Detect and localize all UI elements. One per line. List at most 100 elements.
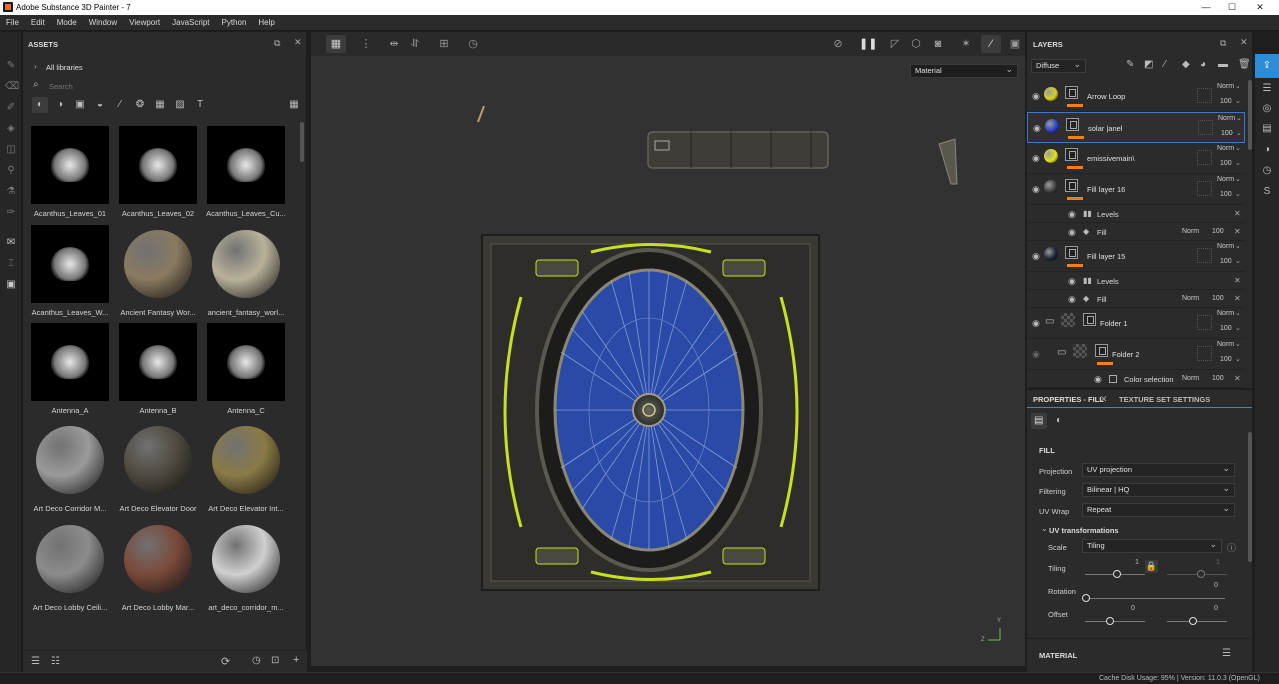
menu-javascript[interactable]: JavaScript <box>166 15 215 31</box>
asset-thumbnail[interactable] <box>119 421 197 499</box>
effect-row[interactable]: ◉ Color selection Norm 100 ✕ <box>1027 370 1245 388</box>
fill-mode-icon[interactable]: ▤ <box>1034 415 1043 426</box>
material-menu-icon[interactable]: ☰ <box>1222 648 1231 659</box>
material-mode-icon[interactable]: ◐ <box>1056 415 1062 426</box>
asset-thumbnail[interactable] <box>119 323 197 401</box>
tiling-value-2[interactable]: 1 <box>1216 559 1220 566</box>
opacity-value[interactable]: 100 <box>1212 375 1224 382</box>
chevron-down-icon[interactable]: ⌄ <box>1041 524 1048 533</box>
remove-effect-icon[interactable]: ✕ <box>1234 276 1241 285</box>
layer-row[interactable]: ◉ ▭ Folder 1 Norm ⌄ 100 ⌄ <box>1027 308 1245 339</box>
asset-thumbnail[interactable] <box>207 225 285 303</box>
visibility-eye-icon[interactable]: ◉ <box>1068 294 1076 305</box>
undock-layers-icon[interactable]: ⧉ <box>1220 38 1226 49</box>
opacity-value[interactable]: 100 <box>1212 295 1224 302</box>
channel-select[interactable]: Diffuse <box>1031 58 1086 73</box>
add-folder-icon[interactable]: ▬ <box>1218 59 1228 70</box>
opacity-chevron-icon[interactable]: ⌄ <box>1235 324 1241 332</box>
effect-row[interactable]: ◉ ◆ Fill Norm 100 ✕ <box>1027 223 1245 241</box>
blend-mode[interactable]: Norm <box>1217 145 1234 152</box>
filtering-select[interactable]: Bilinear | HQ <box>1082 482 1235 497</box>
menu-python[interactable]: Python <box>216 15 253 31</box>
share-icon[interactable]: ⇪ <box>1260 59 1274 73</box>
add-mask-icon[interactable]: ◩ <box>1144 59 1153 70</box>
opacity-value[interactable]: 100 <box>1220 98 1232 105</box>
layers-dock-icon[interactable]: ☰ <box>1260 82 1274 96</box>
opacity-value[interactable]: 100 <box>1220 258 1232 265</box>
blend-chevron-icon[interactable]: ⌄ <box>1235 144 1241 152</box>
asset-thumbnail[interactable] <box>31 126 109 204</box>
materials-filter-icon[interactable]: ◐ <box>34 99 46 111</box>
rotation-value[interactable]: 0 <box>1214 582 1218 589</box>
opacity-chevron-icon[interactable]: ⌄ <box>1235 355 1241 363</box>
library-selector[interactable]: All libraries <box>46 63 83 72</box>
visibility-eye-icon[interactable]: ◉ <box>1032 91 1040 102</box>
viewport-mode-select[interactable]: Material <box>910 63 1018 78</box>
tiling-slider-2-knob[interactable] <box>1197 570 1205 578</box>
effect-row[interactable]: ◉ ▮▮ Levels ✕ <box>1027 205 1245 223</box>
layer-row[interactable]: ◉ Fill layer 15 Norm ⌄ 100 ⌄ <box>1027 241 1245 272</box>
remove-effect-icon[interactable]: ✕ <box>1234 374 1241 383</box>
layer-content-slot[interactable] <box>1197 88 1212 103</box>
measure-icon[interactable]: ⌶ <box>5 258 17 270</box>
effect-name[interactable]: Fill <box>1097 228 1107 237</box>
asset-thumbnail[interactable] <box>207 520 285 598</box>
effect-name[interactable]: Levels <box>1097 210 1119 219</box>
asset-thumbnail[interactable] <box>207 421 285 499</box>
brushes-filter-icon[interactable]: ⁄ <box>114 99 126 111</box>
asset-thumbnail[interactable] <box>31 520 109 598</box>
screenshot-icon[interactable]: ▣ <box>1008 37 1022 51</box>
blend-chevron-icon[interactable]: ⌄ <box>1235 309 1241 317</box>
asset-thumbnail[interactable] <box>119 126 197 204</box>
visibility-eye-icon[interactable]: ◉ <box>1032 184 1040 195</box>
hide-icon[interactable]: ⊘ <box>831 37 845 51</box>
maximize-button[interactable]: ☐ <box>1225 2 1239 13</box>
mask-thumbnail[interactable] <box>1083 313 1096 326</box>
reset-view-icon[interactable]: ◷ <box>466 37 480 51</box>
visibility-eye-icon[interactable]: ◉ <box>1032 318 1040 329</box>
scale-select[interactable]: Tiling <box>1082 538 1222 553</box>
pause-icon[interactable]: ❚❚ <box>859 37 877 51</box>
paint-mode-icon[interactable]: ⁄ <box>984 37 998 51</box>
substance-icon[interactable]: S <box>1260 185 1274 199</box>
blend-chevron-icon[interactable]: ⌄ <box>1236 114 1242 122</box>
mirror-y-icon[interactable]: ⥯ <box>408 37 422 51</box>
eraser-icon[interactable]: ⌫ <box>5 81 19 93</box>
grids-filter-icon[interactable]: ▦ <box>154 99 166 111</box>
layer-row[interactable]: ◉ Fill layer 16 Norm ⌄ 100 ⌄ <box>1027 174 1245 205</box>
layer-row[interactable]: ◉ Arrow Loop Norm ⌄ 100 ⌄ <box>1027 81 1245 112</box>
menu-edit[interactable]: Edit <box>25 15 51 31</box>
blend-chevron-icon[interactable]: ⌄ <box>1235 340 1241 348</box>
layer-content-slot[interactable] <box>1198 120 1213 135</box>
close-button[interactable]: ✕ <box>1253 2 1267 13</box>
close-properties-icon[interactable]: ✕ <box>1100 394 1108 405</box>
grid-toggle-icon[interactable]: ▦ <box>329 37 343 51</box>
annotation-icon[interactable]: ✉ <box>5 237 17 249</box>
effect-name[interactable]: Levels <box>1097 277 1119 286</box>
opacity-value[interactable]: 100 <box>1212 228 1224 235</box>
opacity-value[interactable]: 100 <box>1220 160 1232 167</box>
mask-thumbnail[interactable] <box>1065 179 1078 192</box>
opacity-value[interactable]: 100 <box>1220 325 1232 332</box>
layer-content-slot[interactable] <box>1197 248 1212 263</box>
blend-chevron-icon[interactable]: ⌄ <box>1235 82 1241 90</box>
effect-name[interactable]: Fill <box>1097 295 1107 304</box>
camera-icon[interactable]: ◙ <box>931 37 945 51</box>
viewport[interactable]: Y Z Material <box>311 32 1025 666</box>
layer-name[interactable]: emissivemain\ <box>1087 154 1135 163</box>
layer-name[interactable]: Fill layer 16 <box>1087 185 1125 194</box>
blend-mode[interactable]: Norm <box>1217 176 1234 183</box>
mask-thumbnail[interactable] <box>1065 246 1078 259</box>
visibility-eye-icon[interactable]: ◉ <box>1032 349 1040 360</box>
grid-view-icon[interactable]: ▦ <box>288 99 300 111</box>
refresh-icon[interactable]: ⟳ <box>221 655 230 668</box>
offset-v-slider-knob[interactable] <box>1189 617 1197 625</box>
visibility-eye-icon[interactable]: ◉ <box>1068 209 1076 220</box>
visibility-eye-icon[interactable]: ◉ <box>1068 276 1076 287</box>
opacity-chevron-icon[interactable]: ⌄ <box>1235 257 1241 265</box>
folder-icon[interactable]: ▭ <box>1057 347 1066 358</box>
blend-mode[interactable]: Norm <box>1182 228 1199 235</box>
add-fill-layer-icon[interactable]: ◆ <box>1182 59 1190 70</box>
close-layers-icon[interactable]: ✕ <box>1240 37 1248 48</box>
properties-scrollbar[interactable] <box>1248 432 1252 562</box>
